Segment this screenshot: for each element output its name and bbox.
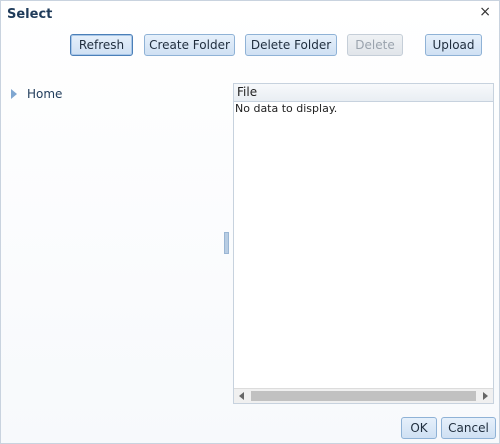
close-icon[interactable]: × [479,5,491,19]
cancel-button[interactable]: Cancel [441,417,496,439]
dialog-title: Select [7,7,53,22]
scroll-left-icon[interactable] [239,392,244,400]
expand-arrow-icon[interactable] [11,89,17,99]
horizontal-scrollbar[interactable] [234,388,493,403]
tree-item-label: Home [27,87,63,101]
refresh-button[interactable]: Refresh [70,34,133,56]
ok-button[interactable]: OK [401,417,437,439]
pane-splitter[interactable] [224,232,229,254]
tree-item-home[interactable]: Home [11,87,62,101]
create-folder-button[interactable]: Create Folder [144,34,235,56]
scroll-right-icon[interactable] [483,392,488,400]
scrollbar-thumb[interactable] [251,391,476,401]
select-dialog: Select × Refresh Create Folder Delete Fo… [0,0,500,444]
empty-message: No data to display. [235,102,338,115]
file-table: File No data to display. [233,83,494,404]
delete-button: Delete [347,34,403,56]
delete-folder-button[interactable]: Delete Folder [245,34,337,56]
column-header-file[interactable]: File [234,84,493,102]
upload-button[interactable]: Upload [425,34,482,56]
